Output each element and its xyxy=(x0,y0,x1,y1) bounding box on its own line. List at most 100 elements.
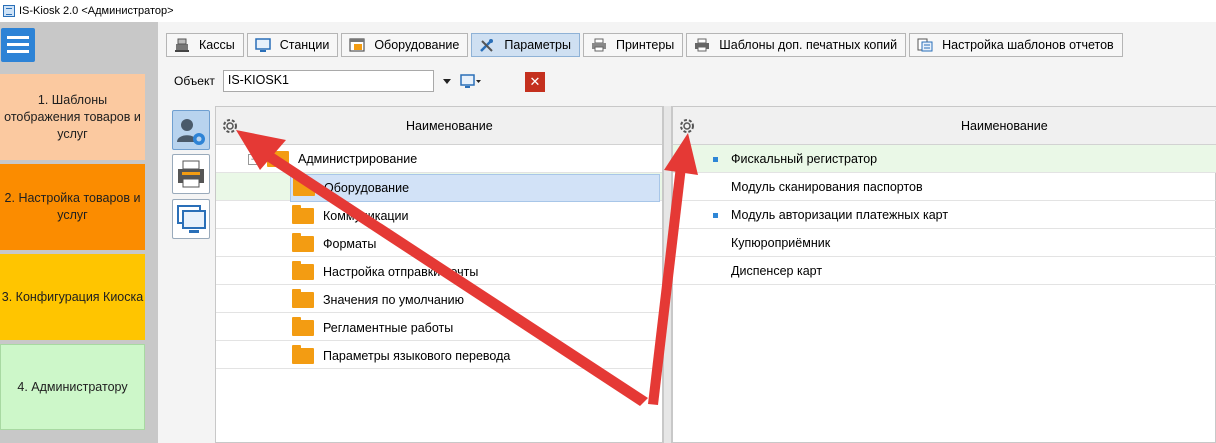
menu-icon[interactable] xyxy=(1,28,35,62)
tree-item-label: Настройка отправки почты xyxy=(323,265,479,279)
equipment-list-panel: Наименование Фискальный регистратор Моду… xyxy=(672,106,1216,443)
tree-item-label: Значения по умолчанию xyxy=(323,293,465,307)
printer-settings-button[interactable] xyxy=(172,154,210,194)
table-row[interactable]: Диспенсер карт xyxy=(673,257,1216,285)
gear-icon[interactable] xyxy=(220,116,240,136)
tools-icon xyxy=(480,39,494,52)
nav-item-label: 1. Шаблоны xyxy=(37,92,108,107)
folder-icon xyxy=(292,233,314,252)
cash-register-icon xyxy=(175,38,189,52)
tab-report-templates[interactable]: Настройка шаблонов отчетов xyxy=(909,33,1123,57)
grid-header: Наименование xyxy=(673,107,1216,145)
tab-parameters[interactable]: Параметры xyxy=(471,33,580,57)
list-item: Модуль сканирования паспортов xyxy=(731,173,923,201)
tab-equipment[interactable]: Оборудование xyxy=(341,33,469,57)
user-settings-button[interactable] xyxy=(172,110,210,150)
tree-item[interactable]: Значения по умолчанию xyxy=(292,286,464,314)
folder-icon xyxy=(292,317,314,336)
printer-copy-icon xyxy=(695,38,710,52)
table-row xyxy=(216,201,662,229)
folder-icon xyxy=(293,177,315,196)
tree-item[interactable]: Коммуникации xyxy=(292,202,409,230)
tree-item[interactable]: Форматы xyxy=(292,230,376,258)
nav-item-label: 3. Конфигурация Киоска xyxy=(1,289,144,304)
list-item: Купюроприёмник xyxy=(731,229,830,257)
tree-item-label: Параметры языкового перевода xyxy=(323,349,511,363)
object-select[interactable]: IS-KIOSK1 xyxy=(222,70,434,92)
table-row[interactable]: Фискальный регистратор xyxy=(673,145,1216,173)
column-header-name[interactable]: Наименование xyxy=(961,119,1048,133)
list-item-label: Модуль авторизации платежных карт xyxy=(731,208,949,222)
nav-item-goods-settings[interactable]: 2. Настройка товаров и услуг xyxy=(0,164,145,250)
nav-item-kiosk-config[interactable]: 3. Конфигурация Киоска xyxy=(0,254,145,340)
left-nav: 1. Шаблоны отображения товаров и услуг 2… xyxy=(0,22,158,443)
nav-item-administrator[interactable]: 4. Администратору xyxy=(0,344,145,430)
tab-label: Кассы xyxy=(199,38,235,52)
close-icon[interactable]: ✕ xyxy=(525,72,545,92)
table-row[interactable]: Купюроприёмник xyxy=(673,229,1216,257)
tree-item-label: Форматы xyxy=(323,237,377,251)
chevron-down-icon[interactable] xyxy=(442,78,451,84)
table-row xyxy=(216,229,662,257)
tab-label: Станции xyxy=(279,38,330,52)
window-icon xyxy=(349,38,365,52)
tree-item-label: Регламентные работы xyxy=(323,321,454,335)
tree-item-label: Администрирование xyxy=(298,152,418,166)
main-area: Кассы Станции Оборудование Параметры При… xyxy=(158,22,1216,443)
collapse-icon[interactable]: − xyxy=(248,153,259,165)
tree-item[interactable]: Регламентные работы xyxy=(292,314,453,342)
nav-item-label: услуг xyxy=(57,208,88,222)
tab-bar: Кассы Станции Оборудование Параметры При… xyxy=(166,33,1126,57)
title-bar: IS-Kiosk 2.0 <Администратор> xyxy=(0,0,1216,22)
list-item: Диспенсер карт xyxy=(731,257,822,285)
folder-icon xyxy=(292,289,314,308)
tree-item-label: Коммуникации xyxy=(323,209,409,223)
monitor-icon xyxy=(254,38,271,52)
nav-item-templates[interactable]: 1. Шаблоны отображения товаров и услуг xyxy=(0,74,145,160)
status-marker xyxy=(713,156,718,162)
tree-item[interactable]: Настройка отправки почты xyxy=(292,258,478,286)
object-row: Объект IS-KIOSK1 xyxy=(174,70,482,92)
window-title: IS-Kiosk 2.0 <Администратор> xyxy=(19,5,174,17)
tab-print-copy-templates[interactable]: Шаблоны доп. печатных копий xyxy=(686,33,907,57)
list-item: Фискальный регистратор xyxy=(713,145,877,173)
list-item: Модуль авторизации платежных карт xyxy=(713,201,948,229)
tree-root-item[interactable]: − Администрирование xyxy=(248,145,417,173)
tab-label: Настройка шаблонов отчетов xyxy=(942,38,1114,52)
tree-item-label: Оборудование xyxy=(324,181,410,195)
tab-label: Оборудование xyxy=(374,38,460,52)
nav-item-label: 2. Настройка товаров и xyxy=(4,191,141,205)
table-row[interactable]: Модуль сканирования паспортов xyxy=(673,173,1216,201)
user-gear-icon xyxy=(177,119,205,145)
status-marker xyxy=(713,212,718,218)
tree-item[interactable]: Параметры языкового перевода xyxy=(292,342,510,370)
table-row[interactable]: Модуль авторизации платежных карт xyxy=(673,201,1216,229)
folder-icon xyxy=(292,261,314,280)
tree-item-selected[interactable]: Оборудование xyxy=(290,174,660,202)
report-template-icon xyxy=(917,38,933,52)
panel-splitter[interactable] xyxy=(663,106,672,443)
list-item-label: Фискальный регистратор xyxy=(731,152,878,166)
tab-label: Принтеры xyxy=(615,38,675,52)
display-settings-button[interactable] xyxy=(172,199,210,239)
folder-icon xyxy=(292,345,314,364)
tab-kassy[interactable]: Кассы xyxy=(166,33,244,57)
object-label: Объект xyxy=(174,74,215,88)
grid-header: Наименование xyxy=(216,107,662,145)
app-icon xyxy=(3,5,15,17)
settings-tree-panel: Наименование − Администрирование Оборудо… xyxy=(215,106,663,443)
tab-stations[interactable]: Станции xyxy=(246,33,339,57)
gear-icon[interactable] xyxy=(677,116,697,136)
folder-icon xyxy=(292,205,314,224)
column-header-name[interactable]: Наименование xyxy=(406,119,493,133)
nav-item-label: 4. Администратору xyxy=(17,379,128,394)
nav-item-label: отображения товаров и xyxy=(4,109,141,124)
tab-printers[interactable]: Принтеры xyxy=(582,33,684,57)
monitor-icon xyxy=(177,205,206,233)
nav-item-label: услуг xyxy=(57,126,88,141)
folder-icon xyxy=(267,148,289,167)
tab-label: Параметры xyxy=(504,38,571,52)
tab-label: Шаблоны доп. печатных копий xyxy=(719,38,898,52)
list-item-label: Модуль сканирования паспортов xyxy=(731,180,923,194)
monitor-dropdown-icon[interactable] xyxy=(460,73,482,89)
